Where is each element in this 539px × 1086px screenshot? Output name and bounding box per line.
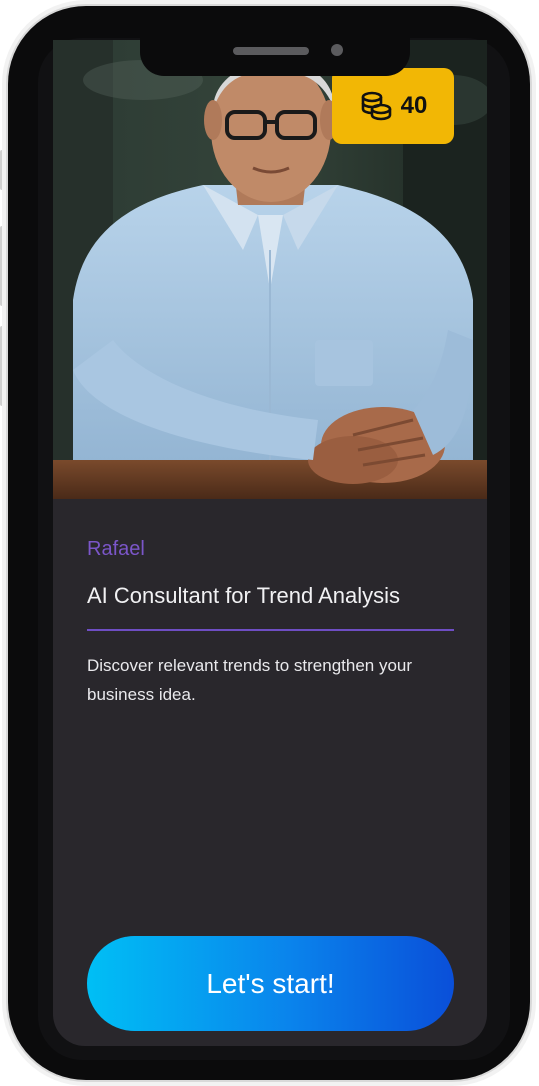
front-camera bbox=[331, 44, 343, 56]
section-divider bbox=[87, 629, 454, 631]
start-button[interactable]: Let's start! bbox=[87, 936, 454, 1031]
volume-up-button bbox=[0, 226, 6, 306]
consultant-description: Discover relevant trends to strengthen y… bbox=[87, 656, 413, 704]
coins-stack-icon bbox=[361, 91, 391, 121]
consultant-card: 40 Rafael AI Consultant for Trend Analys… bbox=[53, 40, 487, 1046]
coin-count: 40 bbox=[400, 92, 428, 119]
silent-switch bbox=[0, 150, 6, 190]
consultant-name: Rafael bbox=[87, 538, 145, 560]
speaker-grille bbox=[233, 47, 309, 55]
volume-down-button bbox=[0, 326, 6, 406]
consultant-role: AI Consultant for Trend Analysis bbox=[87, 583, 401, 608]
coin-balance-badge: 40 bbox=[332, 68, 454, 144]
